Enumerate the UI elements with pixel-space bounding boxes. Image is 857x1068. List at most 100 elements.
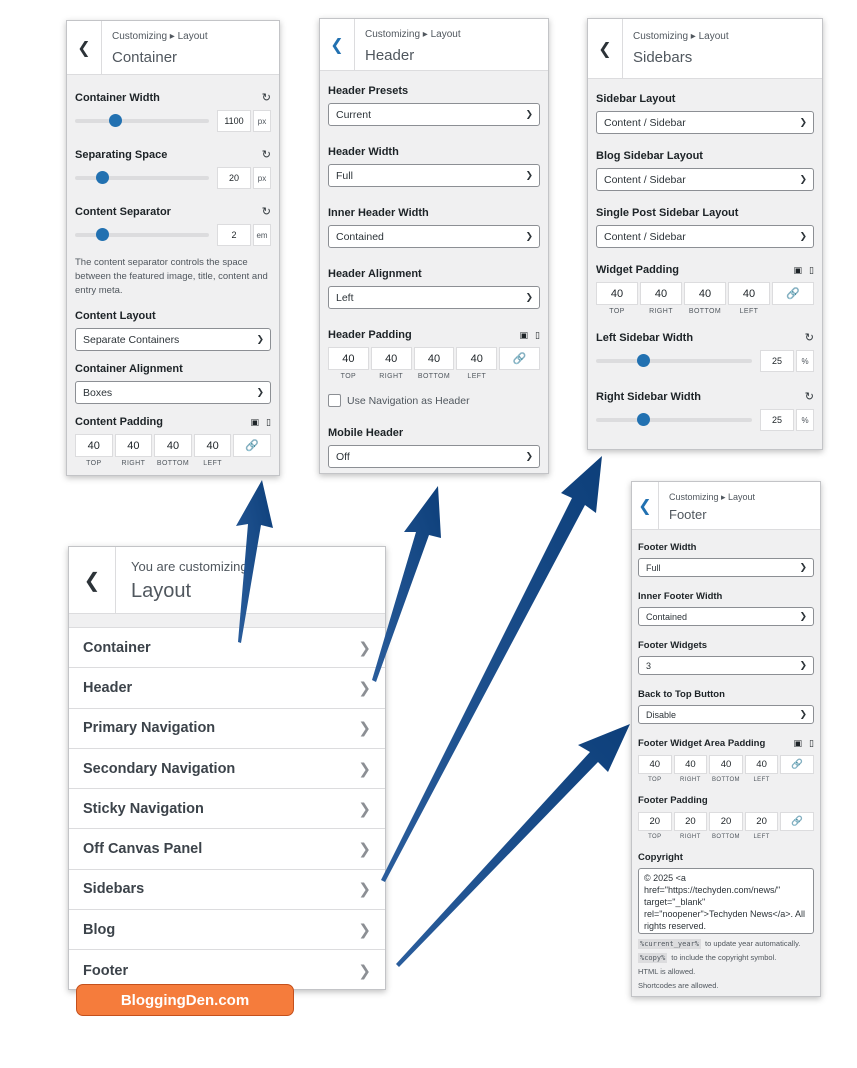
slider-handle[interactable]: [636, 413, 650, 426]
desktop-icon[interactable]: ▣: [251, 417, 260, 428]
panel-title: Footer: [669, 507, 707, 522]
mobile-header-label: Mobile Header: [328, 427, 404, 439]
padding-bottom-input[interactable]: 20: [709, 812, 743, 831]
link-values-icon[interactable]: 🔗: [780, 755, 814, 774]
menu-item-off-canvas-panel[interactable]: Off Canvas Panel ❯: [69, 829, 385, 870]
back-button[interactable]: ❮: [320, 19, 355, 70]
right-sidebar-width-slider[interactable]: [596, 413, 752, 426]
reset-icon[interactable]: ↻: [262, 148, 271, 161]
padding-bottom-input[interactable]: 40: [684, 282, 726, 305]
desktop-icon[interactable]: ▣: [794, 265, 803, 276]
slider-handle[interactable]: [109, 114, 123, 127]
padding-right-input[interactable]: 40: [640, 282, 682, 305]
chevron-right-icon: ❯: [358, 841, 371, 859]
padding-right-input[interactable]: 20: [673, 812, 708, 831]
padding-label: RIGHT: [680, 777, 701, 783]
single-post-sidebar-layout-select[interactable]: Content / Sidebar ❯: [596, 225, 814, 248]
padding-bottom-input[interactable]: 40: [154, 434, 192, 457]
footer-widgets-select[interactable]: 3 ❯: [638, 656, 814, 675]
header-alignment-select[interactable]: Left ❯: [328, 286, 540, 309]
left-sidebar-width-input[interactable]: 25: [760, 350, 794, 372]
container-panel: ❮ Customizing ▸ Layout Container Contain…: [66, 20, 280, 476]
customizing-subtitle: You are customizing: [131, 559, 248, 574]
padding-left-input[interactable]: 40: [193, 434, 232, 457]
padding-left-input[interactable]: 40: [456, 347, 498, 370]
content-layout-select[interactable]: Separate Containers ❯: [75, 328, 271, 351]
back-button[interactable]: ❮: [588, 19, 623, 78]
slider-handle[interactable]: [636, 354, 650, 367]
back-button[interactable]: ❮: [632, 482, 659, 529]
chevron-right-icon: ❯: [358, 639, 371, 657]
reset-icon[interactable]: ↻: [805, 390, 814, 403]
separating-space-input[interactable]: 20: [217, 167, 251, 189]
layout-menu-header: ❮ You are customizing Layout: [69, 547, 385, 614]
select-value: Off: [336, 450, 350, 463]
blog-sidebar-layout-select[interactable]: Content / Sidebar ❯: [596, 168, 814, 191]
padding-left-input[interactable]: 40: [728, 282, 770, 305]
container-width-label: Container Width: [75, 91, 160, 104]
chevron-down-icon: ❯: [525, 170, 533, 180]
separating-space-slider[interactable]: [75, 171, 209, 184]
menu-item-sidebars[interactable]: Sidebars ❯: [69, 870, 385, 911]
menu-item-sticky-navigation[interactable]: Sticky Navigation ❯: [69, 789, 385, 830]
padding-left-input[interactable]: 40: [744, 755, 779, 774]
menu-item-header[interactable]: Header ❯: [69, 668, 385, 709]
padding-label: TOP: [648, 834, 662, 840]
chevron-left-icon: ❮: [83, 569, 101, 592]
padding-top-input[interactable]: 40: [75, 434, 113, 457]
padding-bottom-input[interactable]: 40: [413, 347, 455, 370]
slider-handle[interactable]: [95, 171, 109, 184]
desktop-icon[interactable]: ▣: [520, 330, 529, 341]
inner-footer-width-select[interactable]: Contained ❯: [638, 607, 814, 626]
mobile-icon[interactable]: ▯: [535, 330, 540, 341]
header-presets-select[interactable]: Current ❯: [328, 103, 540, 126]
container-width-input[interactable]: 1100: [217, 110, 251, 132]
right-sidebar-width-input[interactable]: 25: [760, 409, 794, 431]
reset-icon[interactable]: ↻: [805, 331, 814, 344]
mobile-icon[interactable]: ▯: [809, 738, 814, 749]
sidebars-panel-header: ❮ Customizing ▸ Layout Sidebars: [588, 19, 822, 79]
menu-item-secondary-navigation[interactable]: Secondary Navigation ❯: [69, 749, 385, 790]
padding-right-input[interactable]: 40: [370, 347, 412, 370]
padding-bottom-input[interactable]: 40: [709, 755, 743, 774]
padding-top-input[interactable]: 40: [596, 282, 638, 305]
header-width-select[interactable]: Full ❯: [328, 164, 540, 187]
mobile-icon[interactable]: ▯: [809, 265, 814, 276]
slider-handle[interactable]: [95, 228, 109, 241]
menu-item-blog[interactable]: Blog ❯: [69, 910, 385, 951]
content-separator-slider[interactable]: [75, 228, 209, 241]
padding-label: LEFT: [739, 308, 759, 315]
padding-top-input[interactable]: 40: [638, 755, 672, 774]
padding-top-input[interactable]: 20: [638, 812, 672, 831]
padding-right-input[interactable]: 40: [673, 755, 708, 774]
container-width-slider[interactable]: [75, 114, 209, 127]
left-sidebar-width-slider[interactable]: [596, 354, 752, 367]
link-values-icon[interactable]: 🔗: [233, 434, 271, 457]
back-to-top-select[interactable]: Disable ❯: [638, 705, 814, 724]
footer-width-select[interactable]: Full ❯: [638, 558, 814, 577]
reset-icon[interactable]: ↻: [262, 205, 271, 218]
menu-item-primary-navigation[interactable]: Primary Navigation ❯: [69, 709, 385, 749]
link-values-icon[interactable]: 🔗: [780, 812, 814, 831]
sidebar-layout-select[interactable]: Content / Sidebar ❯: [596, 111, 814, 134]
padding-label: BOTTOM: [712, 834, 740, 840]
inner-header-width-select[interactable]: Contained ❯: [328, 225, 540, 248]
content-separator-input[interactable]: 2: [217, 224, 251, 246]
mobile-icon[interactable]: ▯: [266, 417, 271, 428]
menu-item-container[interactable]: Container ❯: [69, 628, 385, 669]
back-button[interactable]: ❮: [69, 547, 116, 613]
link-values-icon[interactable]: 🔗: [499, 347, 540, 370]
padding-top-input[interactable]: 40: [328, 347, 369, 370]
padding-right-input[interactable]: 40: [114, 434, 153, 457]
desktop-icon[interactable]: ▣: [794, 738, 803, 749]
current-year-note: to update year automatically.: [705, 939, 801, 948]
use-navigation-checkbox[interactable]: [328, 394, 341, 407]
padding-left-input[interactable]: 20: [744, 812, 779, 831]
link-values-icon[interactable]: 🔗: [772, 282, 814, 305]
copyright-textarea[interactable]: © 2025 <a href="https://techyden.com/new…: [638, 868, 814, 934]
padding-label: BOTTOM: [156, 460, 190, 467]
container-alignment-select[interactable]: Boxes ❯: [75, 381, 271, 404]
back-button[interactable]: ❮: [67, 21, 102, 74]
mobile-header-select[interactable]: Off ❯: [328, 445, 540, 468]
reset-icon[interactable]: ↻: [262, 91, 271, 104]
